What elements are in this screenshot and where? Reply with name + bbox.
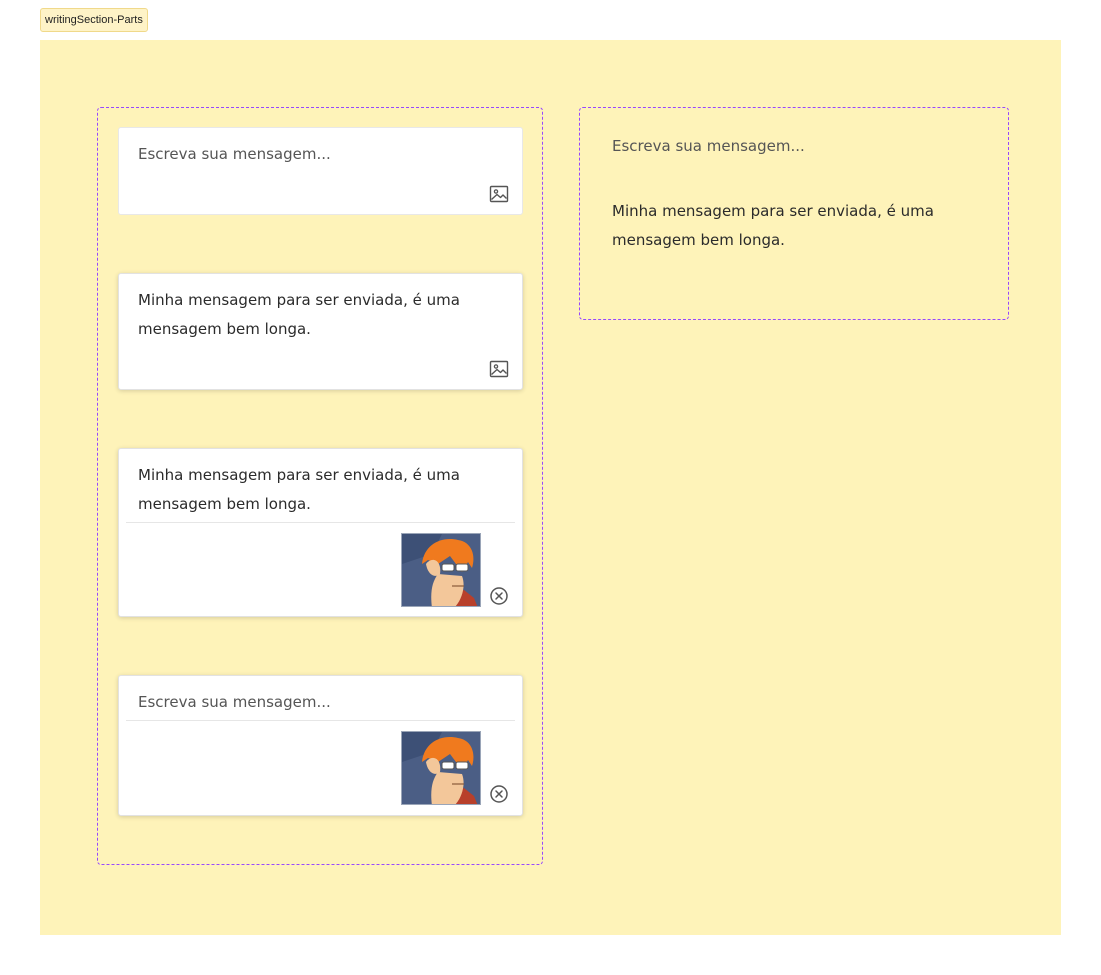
message-text[interactable]: Minha mensagem para ser enviada, é uma m… <box>138 286 462 344</box>
divider <box>126 522 515 523</box>
message-placeholder[interactable]: Escreva sua mensagem... <box>138 688 462 717</box>
message-text[interactable]: Minha mensagem para ser enviada, é uma m… <box>138 461 462 519</box>
placeholder-text-part: Escreva sua mensagem... <box>612 137 805 155</box>
image-icon[interactable] <box>489 184 509 204</box>
message-placeholder[interactable]: Escreva sua mensagem... <box>138 140 462 169</box>
divider <box>126 720 515 721</box>
frame-label: writingSection-Parts <box>40 8 148 32</box>
attached-image-thumbnail <box>401 731 481 805</box>
message-input-empty[interactable]: Escreva sua mensagem... <box>118 127 523 215</box>
message-input-filled[interactable]: Minha mensagem para ser enviada, é uma m… <box>118 273 523 390</box>
image-icon[interactable] <box>489 359 509 379</box>
writing-input-variants-group: Escreva sua mensagem... Minha mensagem p… <box>97 107 543 865</box>
text-parts-group: Escreva sua mensagem... Minha mensagem p… <box>579 107 1009 320</box>
canvas: Escreva sua mensagem... Minha mensagem p… <box>40 40 1061 935</box>
close-circle-icon[interactable] <box>489 586 509 606</box>
message-input-with-image[interactable]: Minha mensagem para ser enviada, é uma m… <box>118 448 523 617</box>
message-text-part: Minha mensagem para ser enviada, é uma m… <box>612 202 934 249</box>
attached-image-thumbnail <box>401 533 481 607</box>
message-input-empty-with-image[interactable]: Escreva sua mensagem... <box>118 675 523 816</box>
close-circle-icon[interactable] <box>489 784 509 804</box>
